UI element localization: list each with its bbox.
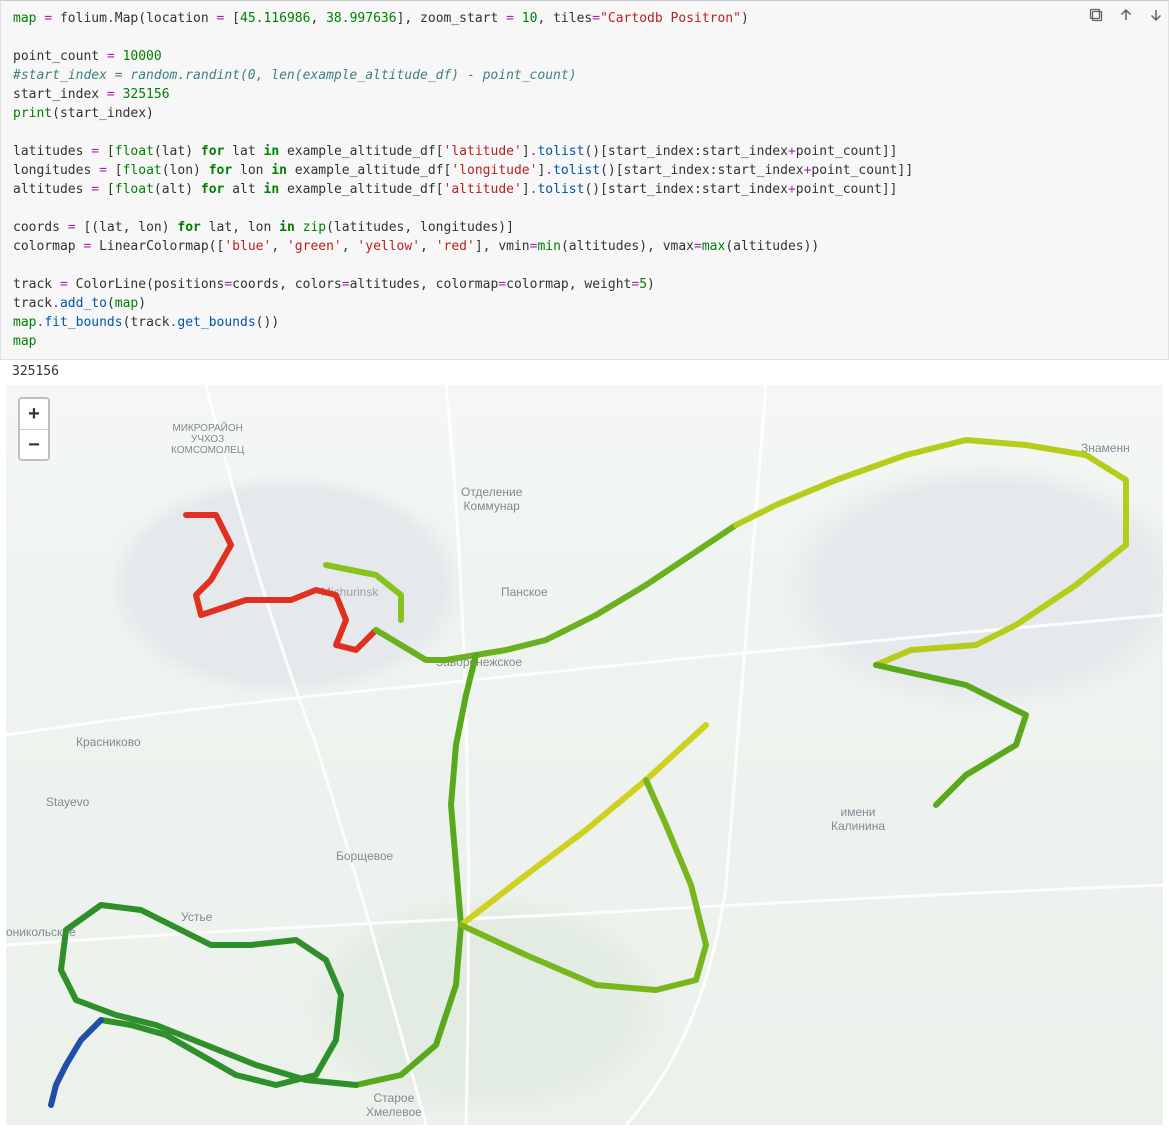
track-segment (61, 905, 356, 1085)
zoom-out-button[interactable]: − (20, 429, 48, 459)
track-segment (356, 655, 476, 1085)
track-segment (461, 725, 706, 925)
code-source[interactable]: map = folium.Map(location = [45.116986, … (13, 9, 1156, 351)
track-segment (461, 780, 706, 990)
arrow-down-icon[interactable] (1148, 7, 1164, 23)
zoom-in-button[interactable]: + (20, 399, 48, 429)
cell-toolbar (1088, 7, 1160, 23)
track-segment (736, 440, 1126, 665)
track-segment (51, 1020, 101, 1105)
track-segment (376, 525, 736, 660)
stdout-text: 325156 (0, 360, 1169, 381)
code-input-area[interactable]: map = folium.Map(location = [45.116986, … (0, 0, 1169, 360)
notebook-cell: map = folium.Map(location = [45.116986, … (0, 0, 1169, 1125)
arrow-up-icon[interactable] (1118, 7, 1134, 23)
folium-map[interactable]: МИКРОРАЙОН УЧХОЗ КОМСОМОЛЕЦ Отделение Ко… (6, 385, 1163, 1125)
zoom-control: + − (18, 397, 50, 461)
color-track (6, 385, 1163, 1125)
track-segment (876, 665, 1026, 805)
track-segment (186, 515, 376, 650)
copy-icon[interactable] (1088, 7, 1104, 23)
